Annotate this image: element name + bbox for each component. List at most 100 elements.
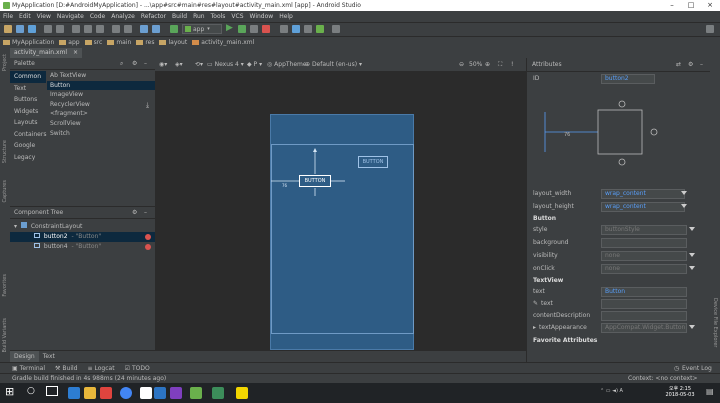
- api-select[interactable]: ◆ P ▾: [247, 61, 262, 68]
- menu-refactor[interactable]: Refactor: [138, 11, 169, 22]
- tool-tab-event-log[interactable]: Event Log: [682, 365, 712, 372]
- menu-analyze[interactable]: Analyze: [108, 11, 138, 22]
- kakaotalk-icon[interactable]: [236, 387, 248, 399]
- gear-icon[interactable]: ⚙: [688, 61, 693, 68]
- device-file-explorer-tab[interactable]: Device File Explorer: [712, 298, 718, 347]
- onenote-icon[interactable]: [170, 387, 182, 399]
- inspector-margin-value[interactable]: 76: [564, 132, 570, 138]
- minimize-button[interactable]: –: [662, 0, 682, 11]
- captures-tool-tab[interactable]: Captures: [2, 180, 8, 203]
- theme-select[interactable]: ◎ AppTheme: [267, 61, 307, 68]
- orientation-icon[interactable]: ⟲▾: [195, 61, 203, 68]
- layout-height-select[interactable]: wrap_content: [601, 202, 685, 212]
- system-tray-icons[interactable]: ⌃ ▭ ◄) A: [600, 388, 623, 394]
- menu-view[interactable]: View: [34, 11, 54, 22]
- copy-icon[interactable]: [84, 25, 92, 33]
- hide-icon[interactable]: –: [144, 209, 147, 216]
- expand-arrow-icon[interactable]: ▸: [533, 324, 536, 331]
- palette-category-buttons[interactable]: Buttons: [10, 94, 46, 106]
- design-mode-icon[interactable]: ◉▾: [159, 61, 167, 68]
- replace-icon[interactable]: [124, 25, 132, 33]
- avd-manager-icon[interactable]: [304, 25, 312, 33]
- style-select[interactable]: buttonStyle: [601, 225, 687, 235]
- breadcrumb-item-layout[interactable]: layout: [159, 39, 187, 46]
- make-project-icon[interactable]: [170, 25, 178, 33]
- blueprint-icon[interactable]: ◈▾: [175, 61, 183, 68]
- back-icon[interactable]: [140, 25, 148, 33]
- button2-widget[interactable]: BUTTON: [299, 175, 331, 187]
- zoom-out-icon[interactable]: ⊖: [459, 61, 464, 68]
- onclick-select[interactable]: none: [601, 264, 687, 274]
- menu-window[interactable]: Window: [247, 11, 277, 22]
- forward-icon[interactable]: [152, 25, 160, 33]
- breadcrumb-item-app[interactable]: app: [59, 39, 80, 46]
- edge-icon[interactable]: [68, 387, 80, 399]
- tree-item-button4[interactable]: button4 - "Button": [10, 242, 155, 252]
- tab-design[interactable]: Design: [10, 351, 39, 362]
- chrome-icon[interactable]: [120, 387, 132, 399]
- text-field[interactable]: Button: [601, 287, 687, 297]
- tab-text[interactable]: Text: [39, 351, 59, 362]
- device-select[interactable]: ▭ Nexus 4 ▾: [207, 61, 244, 68]
- task-view-icon[interactable]: [46, 386, 58, 396]
- text-appearance-select[interactable]: AppCompat.Widget.Button: [601, 323, 687, 333]
- paint-icon[interactable]: [140, 387, 152, 399]
- search-icon[interactable]: ⌕: [120, 60, 123, 68]
- search-everywhere-icon[interactable]: [706, 25, 714, 33]
- palette-category-widgets[interactable]: Widgets: [10, 106, 46, 118]
- editor-tab-activity-main[interactable]: activity_main.xml ×: [10, 48, 82, 58]
- hide-icon[interactable]: –: [700, 61, 703, 68]
- palette-category-containers[interactable]: Containers: [10, 129, 46, 141]
- constraint-inspector[interactable]: 76: [540, 92, 680, 178]
- palette-category-common[interactable]: Common: [10, 71, 46, 83]
- shield-app-icon[interactable]: [100, 387, 112, 399]
- palette-item-switch[interactable]: Switch: [47, 129, 155, 139]
- download-icon[interactable]: ⤓: [146, 101, 149, 110]
- swap-view-icon[interactable]: ⇄: [676, 61, 681, 68]
- layout-width-select[interactable]: wrap_content: [601, 189, 685, 199]
- find-icon[interactable]: [112, 25, 120, 33]
- profile-icon[interactable]: [250, 25, 258, 33]
- palette-item-scrollview[interactable]: ScrollView: [47, 119, 155, 129]
- word-icon[interactable]: [154, 387, 166, 399]
- locale-select[interactable]: ⊕ Default (en-us) ▾: [305, 61, 362, 68]
- palette-category-text[interactable]: Text: [10, 83, 46, 95]
- hide-icon[interactable]: –: [144, 60, 147, 67]
- attach-debugger-icon[interactable]: [280, 25, 288, 33]
- sync-icon[interactable]: [28, 25, 36, 33]
- breadcrumb-item-main[interactable]: main: [107, 39, 131, 46]
- warnings-icon[interactable]: !: [511, 61, 513, 68]
- open-folder-icon[interactable]: [4, 25, 12, 33]
- menu-build[interactable]: Build: [169, 11, 190, 22]
- menu-tools[interactable]: Tools: [208, 11, 229, 22]
- undo-icon[interactable]: [44, 25, 52, 33]
- redo-icon[interactable]: [56, 25, 64, 33]
- close-button[interactable]: ×: [700, 0, 720, 11]
- palette-category-legacy[interactable]: Legacy: [10, 152, 46, 164]
- project-structure-icon[interactable]: [332, 25, 340, 33]
- zoom-in-icon[interactable]: ⊕: [485, 61, 490, 68]
- zoom-fit-icon[interactable]: ⛶: [498, 61, 502, 69]
- file-explorer-icon[interactable]: [84, 387, 96, 399]
- build-variants-tool-tab[interactable]: Build Variants: [2, 318, 8, 352]
- run-icon[interactable]: ▶: [226, 23, 233, 33]
- menu-run[interactable]: Run: [190, 11, 208, 22]
- sdk-manager-icon[interactable]: [316, 25, 324, 33]
- breadcrumb-item-src[interactable]: src: [84, 39, 102, 46]
- tools-text-field[interactable]: [601, 299, 687, 309]
- palette-item-imageview[interactable]: ImageView: [47, 90, 155, 100]
- favorites-tool-tab[interactable]: Favorites: [2, 274, 8, 297]
- gear-icon[interactable]: ⚙: [132, 60, 137, 67]
- tool-tab-logcat[interactable]: Logcat: [95, 365, 115, 372]
- android-studio-taskbar-icon[interactable]: [190, 387, 202, 399]
- tool-tab-build[interactable]: Build: [62, 365, 77, 372]
- save-icon[interactable]: [16, 25, 24, 33]
- visibility-select[interactable]: none: [601, 251, 687, 261]
- cut-icon[interactable]: [72, 25, 80, 33]
- menu-edit[interactable]: Edit: [16, 11, 34, 22]
- menu-vcs[interactable]: VCS: [228, 11, 246, 22]
- taskbar-clock[interactable]: 오후 2:15 2018-05-03: [660, 385, 700, 398]
- windows-start-icon[interactable]: ⊞: [5, 386, 17, 398]
- status-message[interactable]: Gradle build finished in 4s 988ms (24 mi…: [12, 375, 166, 382]
- id-field[interactable]: button2: [601, 74, 655, 84]
